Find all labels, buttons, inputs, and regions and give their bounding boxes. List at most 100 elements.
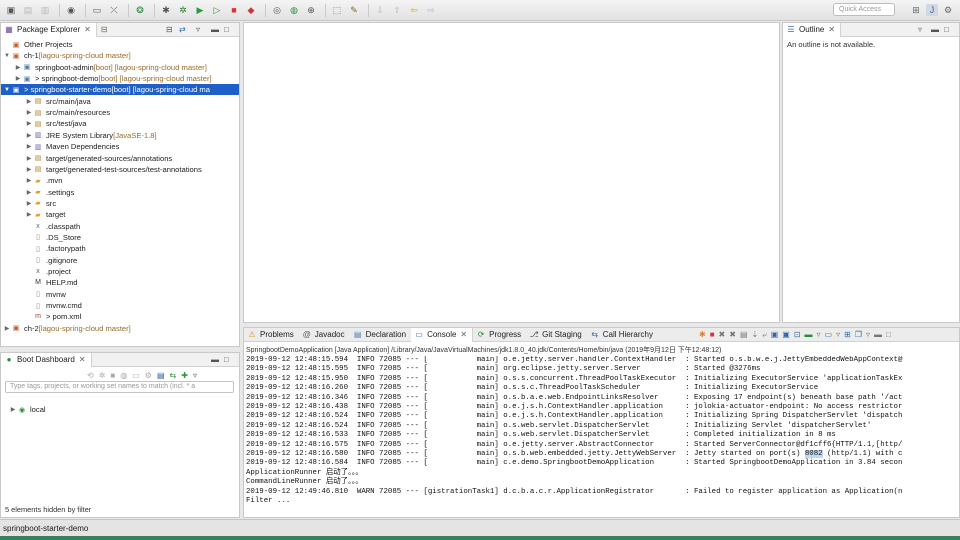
expand-icon[interactable]: ▶ xyxy=(25,143,33,150)
expand-icon[interactable]: ▶ xyxy=(25,189,33,196)
remove-all-icon[interactable]: ✖ xyxy=(729,330,736,340)
deploy-icon[interactable]: ⇆ xyxy=(170,371,177,380)
expand-icon[interactable]: ▶ xyxy=(25,109,33,116)
terminal-icon[interactable]: ▭ xyxy=(90,4,104,16)
boot-search-input[interactable]: Type tags, projects, or working set name… xyxy=(5,381,234,393)
display-dropdown-icon[interactable]: ▿ xyxy=(817,330,821,340)
expand-icon[interactable]: ▶ xyxy=(14,75,22,82)
view-menu-icon[interactable]: ▿ xyxy=(193,371,197,380)
tree-item-project[interactable]: ▶ ▣ > springboot-demo [boot] [lagou-spring… xyxy=(14,73,212,84)
tree-item-other-projects[interactable]: ▣ Other Projects xyxy=(3,39,73,50)
terminate-all-icon[interactable]: ✱ xyxy=(699,330,706,340)
close-icon[interactable]: ✕ xyxy=(79,355,86,364)
tree-item-folder[interactable]: ▶ ▰ .settings xyxy=(25,187,75,198)
maximize-icon[interactable]: □ xyxy=(886,330,891,340)
external-tools-icon[interactable]: ■ xyxy=(227,4,241,16)
display-console-icon[interactable]: ▬ xyxy=(805,330,813,340)
tree-item-source-folder[interactable]: ▶ ▤ src/main/resources xyxy=(25,107,110,118)
expand-icon[interactable]: ▶ xyxy=(25,120,33,127)
new-icon[interactable]: ▣ xyxy=(4,4,18,16)
tab-problems[interactable]: ⚠ Problems xyxy=(244,328,299,342)
local-target-row[interactable]: ▶ ◉ local xyxy=(9,404,46,415)
tree-item-file[interactable]: ▯ .DS_Store xyxy=(25,232,81,243)
tree-item-library[interactable]: ▶ ▥ Maven Dependencies xyxy=(25,141,120,152)
tree-item-source-folder[interactable]: ▶ ▤ target/generated-test-sources/test-ann… xyxy=(25,164,202,175)
expand-icon[interactable]: ▶ xyxy=(14,64,22,71)
scroll-lock-icon[interactable]: ⇣ xyxy=(752,330,759,340)
tree-item-library[interactable]: ▶ ▥ JRE System Library [JavaSE-1.8] xyxy=(25,130,157,141)
debug-icon[interactable]: ✲ xyxy=(176,4,190,16)
view-menu-icon[interactable]: ▿ xyxy=(196,25,200,34)
tree-item-file[interactable]: ▯ mvnw.cmd xyxy=(25,300,82,311)
terminate-icon[interactable]: ■ xyxy=(710,330,715,340)
expand-icon[interactable]: ▶ xyxy=(9,406,17,413)
skip-breakpoints-icon[interactable]: ⤫ xyxy=(107,4,121,16)
console-output[interactable]: 2019-09-12 12:48:15.594 INFO 72085 --- [… xyxy=(246,356,959,507)
maximize-icon[interactable]: □ xyxy=(944,25,949,34)
editor-area[interactable] xyxy=(243,22,780,323)
tree-item-project[interactable]: ▼ ▣ > springboot-starter-demo [boot] [lago… xyxy=(1,84,239,96)
new-package-icon[interactable]: ◍ xyxy=(287,4,301,16)
tab-javadoc[interactable]: @ Javadoc xyxy=(299,328,350,342)
settings-icon[interactable]: ✱ xyxy=(159,4,173,16)
tab-outline[interactable]: ☰ Outline ✕ xyxy=(783,22,842,37)
view-menu-icon[interactable]: ▿ xyxy=(866,330,870,340)
minimize-icon[interactable]: ▬ xyxy=(874,330,882,340)
save-icon[interactable]: ▤ xyxy=(21,4,35,16)
show-stderr-icon[interactable]: ▣ xyxy=(782,330,790,340)
expand-icon[interactable]: ▶ xyxy=(25,132,33,139)
remove-launch-icon[interactable]: ✖ xyxy=(719,330,726,340)
new-console-icon[interactable]: ⊞ xyxy=(844,330,851,340)
tab-boot-dashboard[interactable]: ● Boot Dashboard ✕ xyxy=(1,352,92,367)
java-perspective-icon[interactable]: J xyxy=(926,4,938,16)
expand-icon[interactable]: ▶ xyxy=(25,166,33,173)
profile-icon[interactable]: ◉ xyxy=(64,4,78,16)
tree-item-file[interactable]: m > pom.xml xyxy=(25,311,81,322)
open-perspective-icon[interactable]: ⊞ xyxy=(910,4,922,16)
tab-git-staging[interactable]: ⎇ Git Staging xyxy=(526,328,587,342)
open-console-icon[interactable]: ▭ xyxy=(825,330,833,340)
stop-icon[interactable]: ◆ xyxy=(244,4,258,16)
tab-package-explorer[interactable]: ▦ Package Explorer ✕ xyxy=(1,22,97,37)
debug-icon[interactable]: ✲ xyxy=(99,371,106,380)
collapse-icon[interactable]: ▼ xyxy=(3,53,11,59)
tree-item-project[interactable]: ▶ ▣ springboot-admin [boot] [lagou-spring-… xyxy=(14,62,207,73)
minimize-icon[interactable]: ▬ xyxy=(211,355,219,364)
close-icon[interactable]: ✕ xyxy=(84,25,91,34)
open-console-dropdown-icon[interactable]: ▿ xyxy=(836,330,840,340)
properties-icon[interactable]: ⚙ xyxy=(145,371,152,380)
tree-item-folder[interactable]: ▶ ▰ src xyxy=(25,198,56,209)
expand-icon[interactable]: ▶ xyxy=(25,200,33,207)
coverage-icon[interactable]: ▷ xyxy=(210,4,224,16)
save-all-icon[interactable]: ▥ xyxy=(38,4,52,16)
debug-perspective-icon[interactable]: ⚙ xyxy=(942,4,954,16)
expand-icon[interactable]: ▶ xyxy=(25,155,33,162)
maximize-icon[interactable]: □ xyxy=(224,25,229,34)
new-java-project-icon[interactable]: ◎ xyxy=(270,4,284,16)
open-type-icon[interactable]: ⬚ xyxy=(330,4,344,16)
tree-item-file[interactable]: ▯ .factorypath xyxy=(25,243,86,254)
close-icon[interactable]: ✕ xyxy=(828,25,835,34)
collapse-icon[interactable]: ▼ xyxy=(3,87,11,93)
tree-item-file[interactable]: x .classpath xyxy=(25,221,80,232)
expand-icon[interactable]: ▶ xyxy=(25,98,33,105)
tree-item-source-folder[interactable]: ▶ ▤ src/main/java xyxy=(25,96,91,107)
prev-annotation-icon[interactable]: ⇧ xyxy=(390,4,404,16)
minimize-icon[interactable]: ▬ xyxy=(211,25,219,34)
tree-item-working-set[interactable]: ▼ ▣ ch-1 [lagou-spring-cloud master] xyxy=(3,50,131,61)
add-icon[interactable]: ✚ xyxy=(181,371,188,380)
expand-icon[interactable]: ▶ xyxy=(3,325,11,332)
run-icon[interactable]: ▶ xyxy=(193,4,207,16)
copy-icon[interactable]: ❐ xyxy=(855,330,862,340)
start-icon[interactable]: ⟲ xyxy=(87,371,94,380)
tree-item-file[interactable]: ▯ .gitignore xyxy=(25,255,77,266)
forward-icon[interactable]: ⇨ xyxy=(424,4,438,16)
open-browser-icon[interactable]: ◍ xyxy=(120,371,127,380)
open-task-icon[interactable]: ✎ xyxy=(347,4,361,16)
tree-item-file[interactable]: M HELP.md xyxy=(25,277,77,288)
minimize-icon[interactable]: ▬ xyxy=(931,25,939,34)
view-menu-icon[interactable]: ▿ xyxy=(918,25,922,34)
maximize-icon[interactable]: □ xyxy=(224,355,229,364)
tab-call-hierarchy[interactable]: ⇆ Call Hierarchy xyxy=(587,328,658,342)
tree-item-file[interactable]: ▯ mvnw xyxy=(25,289,66,300)
